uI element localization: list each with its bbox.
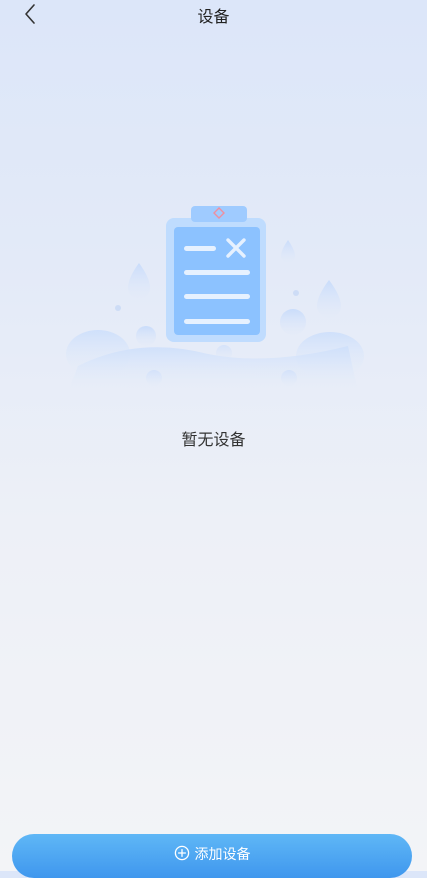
add-device-button[interactable]: 添加设备 [12, 834, 412, 878]
header-bar: 设备 [0, 0, 427, 30]
droplet-left [128, 263, 150, 299]
empty-clipboard-icon [66, 206, 364, 392]
page-title: 设备 [197, 7, 230, 26]
empty-state-message: 暂无设备 [181, 430, 246, 449]
plus-circle-icon [174, 845, 189, 861]
droplet-right-small [281, 240, 295, 263]
add-device-label: 添加设备 [194, 847, 251, 863]
droplet-right [317, 280, 341, 318]
